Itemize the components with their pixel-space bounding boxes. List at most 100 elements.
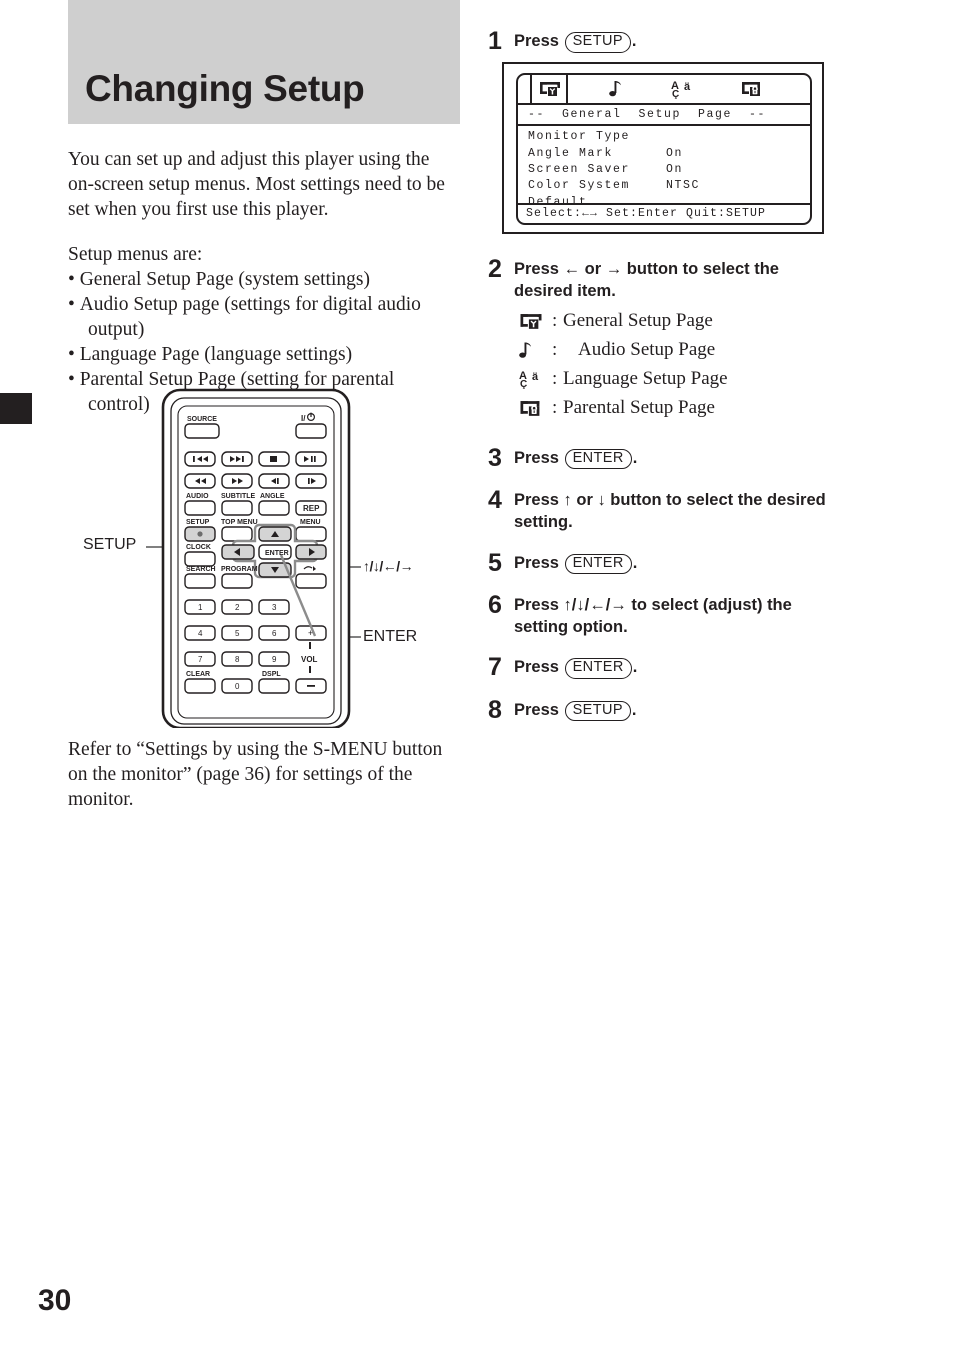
monitor-lock-icon	[518, 398, 552, 419]
svg-text:REP: REP	[303, 504, 320, 513]
step-number: 3	[488, 443, 502, 472]
osd-tab-general[interactable]	[538, 78, 562, 100]
svg-text:9: 9	[272, 655, 277, 664]
keycap-enter[interactable]: ENTER	[564, 553, 632, 575]
svg-text:SEARCH: SEARCH	[186, 566, 216, 573]
monitor-lock-icon	[742, 82, 760, 97]
osd-row-value: On	[666, 146, 684, 160]
step-period: .	[631, 700, 637, 719]
svg-text:1: 1	[198, 603, 203, 612]
keycap-setup[interactable]: SETUP	[564, 700, 631, 722]
step-2: 2 Press ← or → button to select the desi…	[488, 256, 908, 303]
svg-text:I/: I/	[301, 414, 306, 423]
step-number: 6	[488, 590, 502, 619]
step-period: .	[632, 658, 638, 677]
osd-footer-hints: Select:←→ Set:Enter Quit:SETUP	[518, 203, 810, 223]
svg-text:ä: ä	[532, 371, 539, 383]
svg-text:CLOCK: CLOCK	[186, 544, 211, 551]
step-3: 3 Press ENTER.	[488, 443, 908, 472]
step-number: 1	[488, 27, 502, 55]
step-line-2: desired item.	[514, 282, 616, 301]
bullet-glyph: •	[68, 343, 80, 365]
osd-row[interactable]: Angle Mark On	[528, 146, 810, 162]
list-item: • Audio Setup page (settings for digital…	[68, 293, 458, 318]
step-text: Press ENTER.	[514, 654, 637, 680]
legend-colon: :	[552, 397, 558, 419]
language-letters-icon: A Ç ä	[518, 368, 552, 390]
svg-text:Ç: Ç	[672, 89, 679, 100]
step-text: Press ↑/↓/←/→ to select (adjust) the set…	[514, 592, 792, 639]
remote-control-diagram: SETUP ↑/↓/←/→ ENTER SOURCE I/ AUDIO SUBT…	[68, 388, 460, 728]
osd-row[interactable]: Color System NTSC	[528, 178, 810, 194]
step-8: 8 Press SETUP.	[488, 695, 908, 724]
setup-menus-lead: Setup menus are:	[68, 243, 203, 265]
osd-row-label: Angle Mark	[528, 146, 614, 160]
osd-row-label: Screen Saver	[528, 162, 631, 176]
step-text: Press ↑ or ↓ button to select the desire…	[514, 487, 826, 534]
osd-tab-language[interactable]: A Ç ä	[670, 78, 700, 100]
list-item-continuation: output)	[88, 318, 145, 340]
step-number: 5	[488, 548, 502, 577]
svg-text:8: 8	[235, 655, 240, 664]
svg-text:3: 3	[272, 603, 277, 612]
step-number: 4	[488, 486, 502, 515]
language-letters-icon: A Ç ä	[671, 80, 691, 100]
intro-paragraph: You can set up and adjust this player us…	[68, 149, 445, 220]
step-verb: Press	[514, 448, 559, 467]
step-text: Press SETUP.	[514, 28, 637, 54]
step-7: 7 Press ENTER.	[488, 653, 908, 682]
osd-row-label: Color System	[528, 179, 631, 193]
left-column: Changing Setup You can set up and adjust…	[68, 0, 460, 418]
osd-screen: A Ç ä -- General Setup Page -- Monitor T…	[516, 73, 812, 226]
step-text: Press ENTER.	[514, 550, 637, 576]
svg-text:Ç: Ç	[520, 379, 527, 390]
step-verb: Press	[514, 553, 559, 572]
osd-row[interactable]: Screen Saver On	[528, 162, 810, 178]
keycap-enter[interactable]: ENTER	[564, 448, 632, 470]
step-text: Press ENTER.	[514, 445, 637, 471]
step-line-1: Press ↑/↓/←/→ to select (adjust) the	[514, 595, 792, 614]
svg-text:SETUP: SETUP	[186, 519, 210, 526]
svg-text:ENTER: ENTER	[265, 550, 289, 557]
osd-tab-audio[interactable]	[608, 78, 624, 100]
step-number: 8	[488, 695, 502, 724]
legend-row-language: A Ç ä : Language Setup Page	[518, 365, 908, 394]
svg-text:VOL: VOL	[301, 655, 318, 664]
step-line-1: Press ← or → button to select the	[514, 260, 779, 279]
osd-row-label: Monitor Type	[528, 130, 631, 144]
monitor-antenna-icon	[518, 311, 552, 332]
osd-tab-divider-left	[530, 75, 532, 104]
svg-text:DSPL: DSPL	[262, 671, 281, 678]
legend-label: General Setup Page	[563, 310, 713, 332]
step-number: 7	[488, 653, 502, 682]
legend-row-audio: : Audio Setup Page	[518, 336, 908, 365]
music-note-icon	[609, 81, 621, 97]
keycap-setup[interactable]: SETUP	[564, 32, 631, 53]
osd-screenshot: A Ç ä -- General Setup Page -- Monitor T…	[502, 62, 824, 235]
keycap-enter[interactable]: ENTER	[564, 658, 632, 680]
svg-text:AUDIO: AUDIO	[186, 493, 209, 500]
setup-page-legend: : General Setup Page : Audio Setup Page …	[518, 307, 908, 423]
step-number: 2	[488, 255, 502, 284]
osd-tab-parental[interactable]	[740, 78, 764, 100]
svg-text:6: 6	[272, 629, 277, 638]
step-5: 5 Press ENTER.	[488, 548, 908, 577]
legend-label: Language Setup Page	[563, 368, 728, 390]
step-verb: Press	[514, 700, 559, 719]
bullet-glyph: •	[68, 293, 80, 315]
step-4: 4 Press ↑ or ↓ button to select the desi…	[488, 487, 908, 534]
monitor-antenna-icon	[540, 82, 560, 97]
list-item: • Language Page (language settings)	[68, 343, 458, 368]
bullet-glyph: •	[68, 368, 80, 390]
step-text: Press ← or → button to select the desire…	[514, 256, 779, 303]
svg-text:SUBTITLE: SUBTITLE	[221, 493, 256, 500]
svg-text:0: 0	[235, 682, 240, 691]
osd-row[interactable]: Monitor Type	[528, 129, 810, 145]
step-period: .	[631, 32, 637, 50]
page-number: 30	[38, 1284, 72, 1317]
list-item: • General Setup Page (system settings)	[68, 268, 458, 293]
refer-paragraph: Refer to “Settings by using the S-MENU b…	[68, 739, 443, 810]
page-title: Changing Setup	[85, 68, 365, 109]
svg-text:7: 7	[198, 655, 203, 664]
remote-illustration: SOURCE I/ AUDIO SUBTITLE ANGLE REP SETUP…	[161, 388, 351, 728]
